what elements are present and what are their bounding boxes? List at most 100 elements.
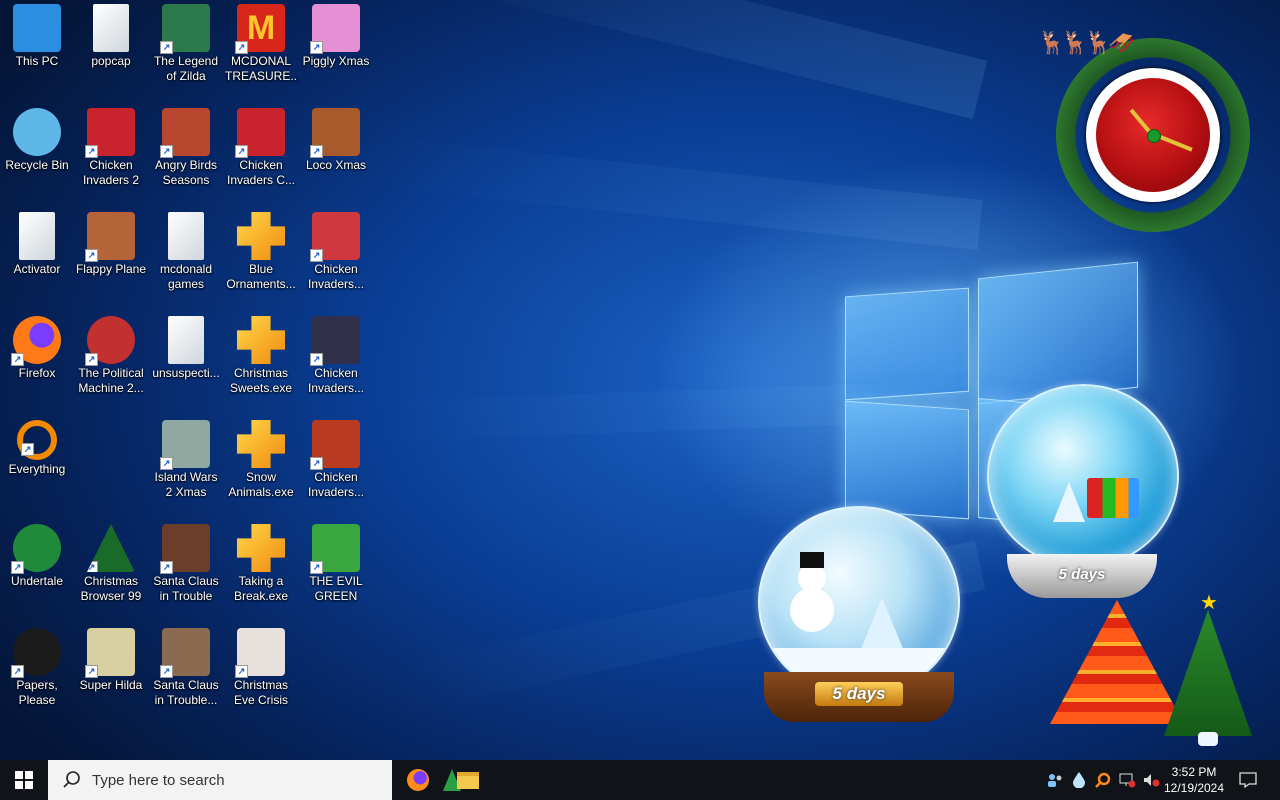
desktop-icon[interactable]: ↗ Chicken Invaders...	[299, 212, 373, 292]
desktop-icon[interactable]: ↗ Loco Xmas	[299, 108, 373, 173]
desktop-icon[interactable]: M ↗ MCDONAL TREASURE...	[224, 4, 298, 84]
desktop-icon[interactable]: ↗ Piggly Xmas	[299, 4, 373, 69]
loco-icon: ↗	[310, 108, 360, 158]
desktop-icon[interactable]: ↗ Firefox	[0, 316, 74, 381]
desktop-icon[interactable]: ↗ Christmas Sweets.exe	[224, 316, 298, 396]
taskbar-file-explorer-button[interactable]	[452, 764, 484, 796]
gifts	[1087, 478, 1139, 518]
desktop-icon[interactable]: Recycle Bin	[0, 108, 74, 173]
tray-people-icon[interactable]	[1044, 760, 1066, 800]
desktop-icon[interactable]: ↗ Santa Claus in Trouble	[149, 524, 223, 604]
desktop-icon-label: Island Wars 2 Xmas	[154, 470, 218, 499]
desktop-icon[interactable]: ↗ Everything	[0, 420, 74, 477]
desktop-icon-label: Chicken Invaders C...	[226, 158, 296, 187]
desktop-icon-label: Chicken Invaders...	[307, 366, 365, 395]
chicken-invaders-icon: ↗	[310, 420, 360, 470]
desktop-icon[interactable]: ↗THE EVIL GREEN ME...	[299, 524, 373, 604]
desktop-icon[interactable]: ↗ Snow Animals.exe	[224, 420, 298, 500]
snow-globe-glass	[987, 384, 1179, 568]
desktop-icon-label: Christmas Sweets.exe	[229, 366, 293, 395]
desktop-icon[interactable]: ↗ Christmas Eve Crisis	[224, 628, 298, 708]
desktop-icon[interactable]: ↗ Christmas Browser 99	[74, 524, 148, 604]
desktop-icon[interactable]: ↗ Taking a Break.exe	[224, 524, 298, 604]
desktop-icon[interactable]: ↗ Super Hilda	[74, 628, 148, 693]
desktop-icon[interactable]: ↗ Santa Claus in Trouble...	[149, 628, 223, 708]
search-placeholder: Type here to search	[92, 771, 225, 789]
snow-globe-base: 5 days	[764, 672, 954, 722]
clock-center	[1147, 129, 1161, 143]
snow-globe-gadget-left[interactable]: 5 days	[758, 506, 962, 724]
desktop-icon-label: mcdonald games	[159, 262, 213, 291]
desktop-icon-label: Papers, Please	[16, 678, 58, 707]
desktop-icon[interactable]: ↗ Angry Birds Seasons	[149, 108, 223, 188]
search-icon	[62, 770, 82, 790]
snowman-hat	[800, 552, 824, 568]
shortcut-arrow-icon: ↗	[87, 561, 98, 572]
desktop-icon[interactable]: ↗ Papers, Please	[0, 628, 74, 708]
shortcut-arrow-icon: ↗	[85, 249, 98, 262]
tray-volume-icon[interactable]	[1140, 760, 1162, 800]
taskbar: Type here to search 3:52 PM 12/19/2024	[0, 760, 1280, 800]
shortcut-arrow-icon: ↗	[310, 561, 323, 574]
desktop-icon[interactable]: This PC	[0, 4, 74, 69]
file-icon	[19, 212, 55, 260]
shortcut-arrow-icon: ↗	[21, 443, 34, 456]
desktop-icon-label: The Political Machine 2...	[78, 366, 144, 395]
folder-icon	[93, 4, 129, 52]
taskbar-search-box[interactable]: Type here to search	[48, 760, 392, 800]
desktop-icon-label: Flappy Plane	[75, 262, 147, 276]
shortcut-arrow-icon: ↗	[235, 665, 248, 678]
shortcut-arrow-icon: ↗	[310, 353, 323, 366]
santa-icon: ↗	[160, 524, 210, 574]
desktop-icon-label: Everything	[8, 462, 66, 476]
desktop-icon[interactable]: ↗ Island Wars 2 Xmas	[149, 420, 223, 500]
desktop-icon-label: Santa Claus in Trouble...	[153, 678, 219, 707]
shortcut-arrow-icon: ↗	[310, 457, 323, 470]
desktop-icon-label: MCDONAL TREASURE...	[225, 54, 298, 83]
desktop-icon[interactable]: ↗ Chicken Invaders...	[299, 420, 373, 500]
desktop-icon[interactable]: ↗ Chicken Invaders 2	[74, 108, 148, 188]
desktop-icon[interactable]: ↗ Chicken Invaders C...	[224, 108, 298, 188]
light-beam	[390, 0, 988, 120]
desktop-icon-label: Loco Xmas	[305, 158, 367, 172]
desktop-icon[interactable]: Activator	[0, 212, 74, 277]
tray-network-icon[interactable]	[1116, 760, 1138, 800]
taskbar-firefox-button[interactable]	[402, 764, 434, 796]
snow-globe-gadget-right[interactable]: 5 days	[985, 384, 1185, 600]
desktop-icon[interactable]: ↗ Flappy Plane	[74, 212, 148, 277]
super-hilda-icon: ↗	[85, 628, 135, 678]
desktop-icon-label: Chicken Invaders...	[307, 470, 365, 499]
popcap-puzzle-icon: ↗	[237, 420, 285, 468]
flappy-plane-icon: ↗	[85, 212, 135, 262]
christmas-tree-gadget[interactable]: ★	[1160, 590, 1256, 754]
tree-small	[1053, 482, 1085, 522]
file-explorer-icon	[457, 771, 479, 789]
desktop-icon[interactable]: ↗ The Legend of Zilda	[149, 4, 223, 84]
tray-water-drop-icon[interactable]	[1068, 760, 1090, 800]
desktop-icon[interactable]: mcdonald games	[149, 212, 223, 292]
light-beam	[380, 137, 983, 250]
snowman-head	[798, 564, 826, 592]
tree-trunk	[1198, 732, 1218, 746]
desktop-icon[interactable]: unsuspecti...	[149, 316, 223, 381]
tray-search-everything-icon[interactable]	[1092, 760, 1114, 800]
desktop-icon[interactable]: ↗ Undertale	[0, 524, 74, 589]
shortcut-arrow-icon: ↗	[237, 353, 248, 364]
start-button[interactable]	[0, 760, 48, 800]
desktop-icon[interactable]: ↗ Blue Ornaments...	[224, 212, 298, 292]
firefox-icon: ↗	[11, 316, 61, 366]
clock-time: 3:52 PM	[1171, 765, 1217, 779]
christmas-clock-gadget[interactable]: 🦌🦌🦌🛷	[1038, 30, 1258, 240]
shortcut-arrow-icon: ↗	[310, 41, 323, 54]
action-center-button[interactable]	[1234, 760, 1262, 800]
desktop-icon[interactable]: ↗ Chicken Invaders...	[299, 316, 373, 396]
piggly-icon: ↗	[310, 4, 360, 54]
taskbar-clock[interactable]: 3:52 PM 12/19/2024	[1160, 760, 1228, 800]
chicken-invaders-icon: ↗	[310, 212, 360, 262]
zilda-icon: ↗	[160, 4, 210, 54]
shortcut-arrow-icon: ↗	[160, 41, 173, 54]
desktop-icon[interactable]: popcap	[74, 4, 148, 69]
folder-icon	[168, 212, 204, 260]
shortcut-arrow-icon: ↗	[160, 457, 173, 470]
desktop-icon[interactable]: ↗ The Political Machine 2...	[74, 316, 148, 396]
